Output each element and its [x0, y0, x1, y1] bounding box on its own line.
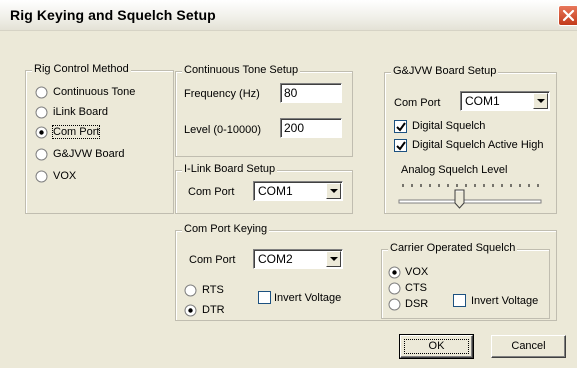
cancel-button[interactable]: Cancel: [491, 335, 566, 358]
window-title: Rig Keying and Squelch Setup: [10, 7, 216, 23]
radio-cos-dsr[interactable]: [388, 298, 401, 311]
cos-invert-label[interactable]: Invert Voltage: [471, 295, 538, 307]
keying-invert-label[interactable]: Invert Voltage: [274, 292, 341, 304]
digital-squelch-label[interactable]: Digital Squelch: [412, 120, 485, 132]
keying-com-port-label: Com Port: [189, 254, 236, 266]
radio-cos-cts-label[interactable]: CTS: [405, 282, 427, 294]
radio-cos-cts[interactable]: [388, 282, 401, 295]
ilink-com-port-label: Com Port: [188, 186, 235, 198]
chevron-down-icon[interactable]: [533, 93, 548, 109]
radio-ilink-board-label[interactable]: iLink Board: [53, 106, 108, 118]
keying-invert-checkbox[interactable]: [258, 291, 271, 304]
radio-cos-vox-label[interactable]: VOX: [405, 266, 428, 278]
frequency-input[interactable]: [280, 83, 342, 103]
com-port-keying-label: Com Port Keying: [182, 223, 270, 235]
chevron-down-icon[interactable]: [326, 251, 341, 267]
carrier-squelch-label: Carrier Operated Squelch: [388, 242, 518, 254]
focus-ring: [404, 339, 469, 354]
radio-rts[interactable]: [184, 284, 197, 297]
close-icon: [562, 9, 575, 22]
radio-cos-vox[interactable]: [388, 266, 401, 279]
analog-squelch-level-label: Analog Squelch Level: [401, 164, 508, 176]
gjvw-board-label: G&JVW Board Setup: [391, 65, 499, 77]
ilink-com-port-select[interactable]: COM1: [253, 181, 343, 201]
frequency-label: Frequency (Hz): [184, 88, 260, 100]
level-input[interactable]: [280, 118, 342, 138]
gjvw-com-port-select[interactable]: COM1: [460, 91, 550, 111]
active-high-label[interactable]: Digital Squelch Active High: [412, 139, 543, 151]
radio-dtr-label[interactable]: DTR: [202, 304, 225, 316]
ok-button[interactable]: OK: [399, 334, 474, 359]
radio-ilink-board[interactable]: [35, 106, 48, 119]
radio-cos-dsr-label[interactable]: DSR: [405, 298, 428, 310]
radio-continuous-tone[interactable]: [35, 86, 48, 99]
radio-com-port-label[interactable]: Com Port: [51, 125, 101, 139]
radio-dtr[interactable]: [184, 304, 197, 317]
keying-com-port-select[interactable]: COM2: [253, 249, 343, 269]
level-label: Level (0-10000): [184, 124, 262, 136]
continuous-tone-label: Continuous Tone Setup: [182, 64, 301, 76]
title-bar[interactable]: Rig Keying and Squelch Setup: [0, 0, 577, 31]
radio-vox[interactable]: [35, 170, 48, 183]
slider-graphic: [398, 184, 542, 209]
digital-squelch-checkbox[interactable]: [394, 120, 407, 133]
radio-gjvw-board[interactable]: [35, 148, 48, 161]
ilink-board-label: I-Link Board Setup: [182, 163, 278, 175]
radio-continuous-tone-label[interactable]: Continuous Tone: [53, 86, 135, 98]
gjvw-com-port-value: COM1: [465, 94, 500, 108]
dialog-window: Rig Keying and Squelch Setup Rig Control…: [0, 0, 577, 368]
active-high-checkbox[interactable]: [394, 139, 407, 152]
cancel-button-label: Cancel: [511, 340, 546, 352]
radio-rts-label[interactable]: RTS: [202, 284, 224, 296]
ilink-com-port-value: COM1: [258, 184, 293, 198]
chevron-down-icon[interactable]: [326, 183, 341, 199]
keying-com-port-value: COM2: [258, 252, 293, 266]
rig-control-method-label: Rig Control Method: [32, 63, 131, 75]
gjvw-com-port-label: Com Port: [394, 97, 441, 109]
radio-com-port[interactable]: [35, 126, 48, 139]
analog-squelch-slider[interactable]: [397, 180, 543, 210]
cos-invert-checkbox[interactable]: [453, 294, 466, 307]
radio-vox-label[interactable]: VOX: [53, 170, 76, 182]
close-button[interactable]: [558, 5, 577, 26]
radio-gjvw-board-label[interactable]: G&JVW Board: [53, 148, 125, 160]
